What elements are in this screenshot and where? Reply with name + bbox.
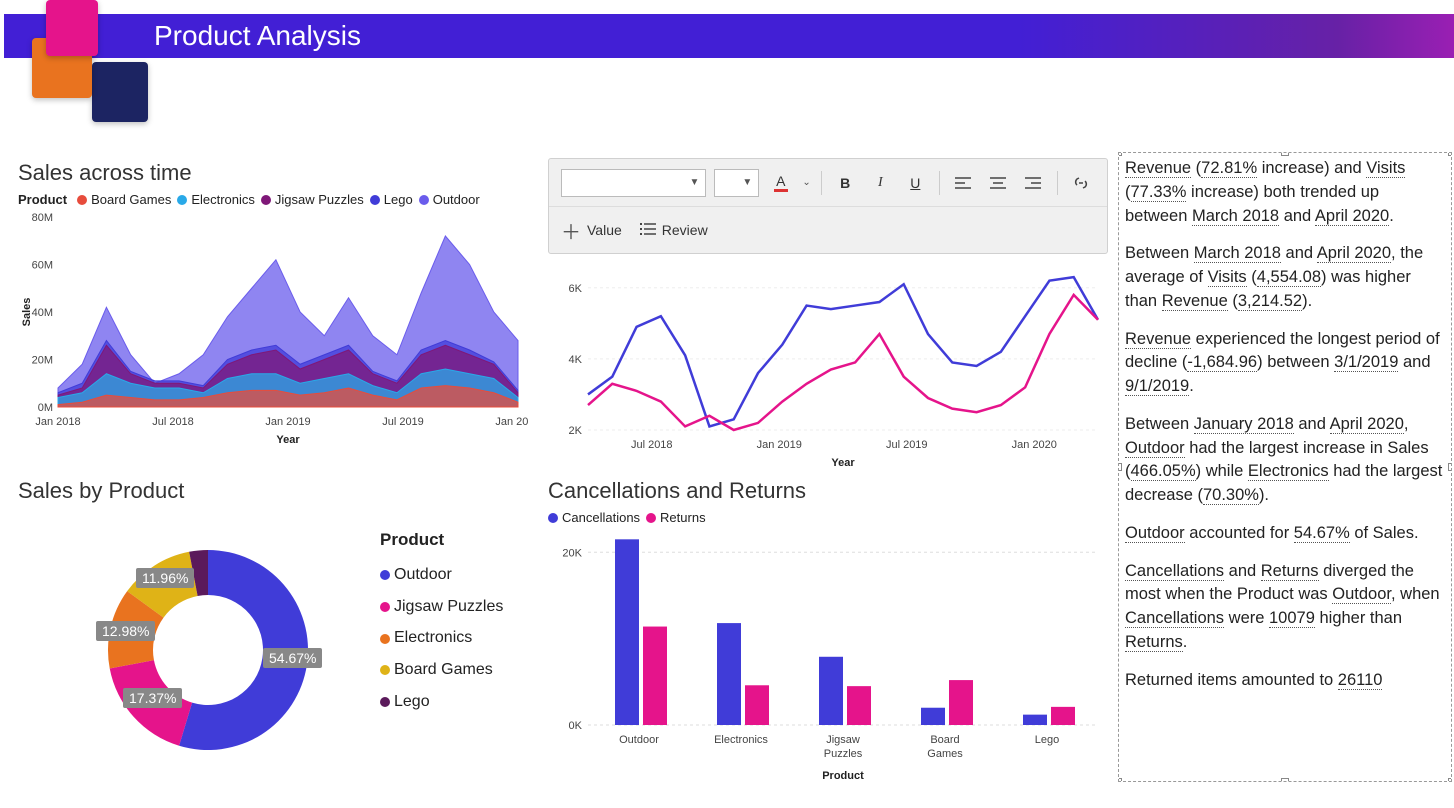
chart-title: Sales by Product bbox=[18, 478, 528, 504]
legend: Cancellations Returns bbox=[548, 510, 1108, 525]
svg-text:Puzzles: Puzzles bbox=[824, 748, 863, 760]
svg-text:Jul 2018: Jul 2018 bbox=[152, 416, 194, 428]
narrative-paragraph: Outdoor accounted for 54.67% of Sales. bbox=[1125, 522, 1445, 546]
svg-text:Year: Year bbox=[831, 457, 855, 469]
svg-text:Jul 2018: Jul 2018 bbox=[631, 439, 673, 451]
svg-text:6K: 6K bbox=[569, 283, 583, 295]
chart-cancellations-returns[interactable]: Cancellations and Returns Cancellations … bbox=[548, 478, 1108, 798]
svg-text:Jul 2019: Jul 2019 bbox=[886, 439, 928, 451]
svg-text:Outdoor: Outdoor bbox=[619, 734, 659, 746]
donut-label: 54.67% bbox=[263, 648, 322, 668]
svg-text:Sales: Sales bbox=[21, 298, 33, 327]
narrative-paragraph: Returned items amounted to 26110 bbox=[1125, 669, 1445, 693]
italic-button[interactable]: I bbox=[867, 169, 894, 197]
svg-text:Jul 2019: Jul 2019 bbox=[382, 416, 424, 428]
svg-text:80M: 80M bbox=[32, 212, 53, 224]
logo bbox=[14, 0, 142, 128]
svg-text:Lego: Lego bbox=[1035, 734, 1059, 746]
narrative-paragraph: Revenue experienced the longest period o… bbox=[1125, 328, 1445, 399]
svg-text:20K: 20K bbox=[562, 547, 582, 559]
align-right-button[interactable] bbox=[1020, 169, 1047, 197]
svg-text:Jan 2018: Jan 2018 bbox=[35, 416, 80, 428]
svg-text:2K: 2K bbox=[569, 425, 583, 437]
bar-plot: 0K 20K Outdoor Electronics Jigsaw Puzzles Boar… bbox=[548, 525, 1108, 785]
chart-title: Cancellations and Returns bbox=[548, 478, 1108, 504]
bold-button[interactable]: B bbox=[832, 169, 859, 197]
plus-icon: ＋ bbox=[561, 216, 581, 245]
narrative-paragraph: Between March 2018 and April 2020, the a… bbox=[1125, 242, 1445, 313]
narrative-paragraph: Revenue (72.81% increase) and Visits (77… bbox=[1125, 157, 1445, 228]
legend: Product Board Games Electronics Jigsaw P… bbox=[18, 192, 528, 207]
svg-text:4K: 4K bbox=[569, 354, 583, 366]
donut-label: 11.96% bbox=[136, 568, 194, 588]
font-color-button[interactable]: A bbox=[767, 169, 794, 197]
svg-text:Jan 2020: Jan 2020 bbox=[1012, 439, 1057, 451]
svg-text:Product: Product bbox=[822, 770, 864, 782]
svg-text:60M: 60M bbox=[32, 260, 53, 272]
area-plot: 0M 20M 40M 60M 80M Jan 2018 Jul 2018 Jan 2019 Ju… bbox=[18, 207, 528, 447]
formatting-toolbar: ▼ ▼ A ⌄ B I U ＋ Va bbox=[548, 158, 1108, 254]
link-button[interactable] bbox=[1068, 169, 1095, 197]
narrative-paragraph: Between January 2018 and April 2020, Out… bbox=[1125, 413, 1445, 508]
svg-text:0M: 0M bbox=[38, 402, 53, 414]
chart-sales-by-product[interactable]: Sales by Product Product Outdoor Jigsaw … bbox=[18, 478, 528, 798]
svg-text:Jan 2020: Jan 2020 bbox=[495, 416, 528, 428]
align-center-button[interactable] bbox=[985, 169, 1012, 197]
svg-text:0K: 0K bbox=[569, 720, 583, 732]
legend: Product Outdoor Jigsaw Puzzles Electroni… bbox=[380, 524, 528, 718]
page-title: Product Analysis bbox=[154, 20, 361, 52]
svg-text:Jan 2019: Jan 2019 bbox=[757, 439, 802, 451]
donut-label: 17.37% bbox=[123, 688, 182, 708]
svg-text:Electronics: Electronics bbox=[714, 734, 768, 746]
list-icon bbox=[640, 222, 656, 239]
svg-text:20M: 20M bbox=[32, 355, 53, 367]
font-size-select[interactable]: ▼ bbox=[714, 169, 759, 197]
svg-text:Games: Games bbox=[927, 748, 963, 760]
align-left-button[interactable] bbox=[950, 169, 977, 197]
font-family-select[interactable]: ▼ bbox=[561, 169, 706, 197]
donut-label: 12.98% bbox=[96, 621, 155, 641]
review-button[interactable]: Review bbox=[640, 222, 708, 239]
smart-narrative-textbox[interactable]: ⋯ Revenue (72.81% increase) and Visits (… bbox=[1118, 152, 1452, 782]
svg-text:Year: Year bbox=[276, 434, 300, 446]
svg-text:Jigsaw: Jigsaw bbox=[826, 734, 860, 746]
chart-sales-across-time[interactable]: Sales across time Product Board Games El… bbox=[18, 160, 528, 470]
narrative-paragraph: Cancellations and Returns diverged the m… bbox=[1125, 560, 1445, 655]
chart-title: Sales across time bbox=[18, 160, 528, 186]
svg-text:40M: 40M bbox=[32, 307, 53, 319]
svg-text:Board: Board bbox=[930, 734, 959, 746]
add-value-button[interactable]: ＋ Value bbox=[561, 216, 622, 245]
underline-button[interactable]: U bbox=[902, 169, 929, 197]
svg-text:Jan 2019: Jan 2019 bbox=[265, 416, 310, 428]
header-bar: Product Analysis bbox=[4, 14, 1454, 58]
